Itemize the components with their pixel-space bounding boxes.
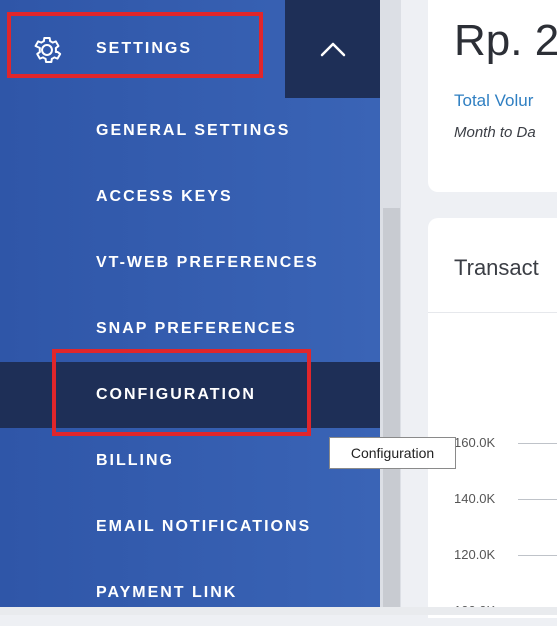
sidebar-item-billing[interactable]: BILLING (0, 428, 380, 494)
highlight-box-configuration (52, 349, 311, 436)
sidebar-item-vt-web-preferences[interactable]: VT-WEB PREFERENCES (0, 230, 380, 296)
sidebar-item-general-settings[interactable]: GENERAL SETTINGS (0, 98, 380, 164)
sidebar-scrollbar-thumb[interactable] (383, 208, 400, 615)
y-axis-tick: 120.0K (454, 547, 496, 562)
gridline (518, 443, 557, 444)
sidebar-item-label: VT-WEB PREFERENCES (96, 254, 319, 271)
y-axis-tick: 160.0K (454, 435, 496, 450)
card-divider (428, 312, 557, 313)
total-amount: Rp. 20 (454, 16, 557, 65)
transactions-card: Transact 160.0K 140.0K 120.0K 100.0K (428, 218, 557, 618)
collapse-settings-button[interactable] (285, 0, 380, 98)
gridline (518, 555, 557, 556)
configuration-tooltip: Configuration (329, 437, 456, 469)
sidebar-item-label: ACCESS KEYS (96, 188, 233, 205)
transactions-title: Transact (454, 255, 539, 280)
sidebar-item-label: BILLING (96, 452, 174, 469)
y-axis-tick: 140.0K (454, 491, 496, 506)
summary-card: Rp. 20 Total Volur Month to Da (428, 0, 557, 192)
gridline (518, 499, 557, 500)
sidebar-item-label: GENERAL SETTINGS (96, 122, 291, 139)
total-volume-link[interactable]: Total Volur (454, 91, 533, 111)
sidebar: SETTINGS GENERAL SETTINGS ACCESS KEYS VT… (0, 0, 380, 615)
sidebar-item-email-notifications[interactable]: EMAIL NOTIFICATIONS (0, 494, 380, 560)
sidebar-item-label: PAYMENT LINK (96, 584, 238, 601)
sidebar-item-access-keys[interactable]: ACCESS KEYS (0, 164, 380, 230)
period-label: Month to Da (454, 124, 536, 141)
sidebar-item-payment-link[interactable]: PAYMENT LINK (0, 560, 380, 626)
chevron-up-icon (320, 42, 345, 57)
highlight-box-settings (7, 12, 263, 78)
sidebar-item-label: EMAIL NOTIFICATIONS (96, 518, 312, 535)
sidebar-item-label: SNAP PREFERENCES (96, 320, 297, 337)
bottom-scrollbar[interactable] (0, 607, 557, 615)
